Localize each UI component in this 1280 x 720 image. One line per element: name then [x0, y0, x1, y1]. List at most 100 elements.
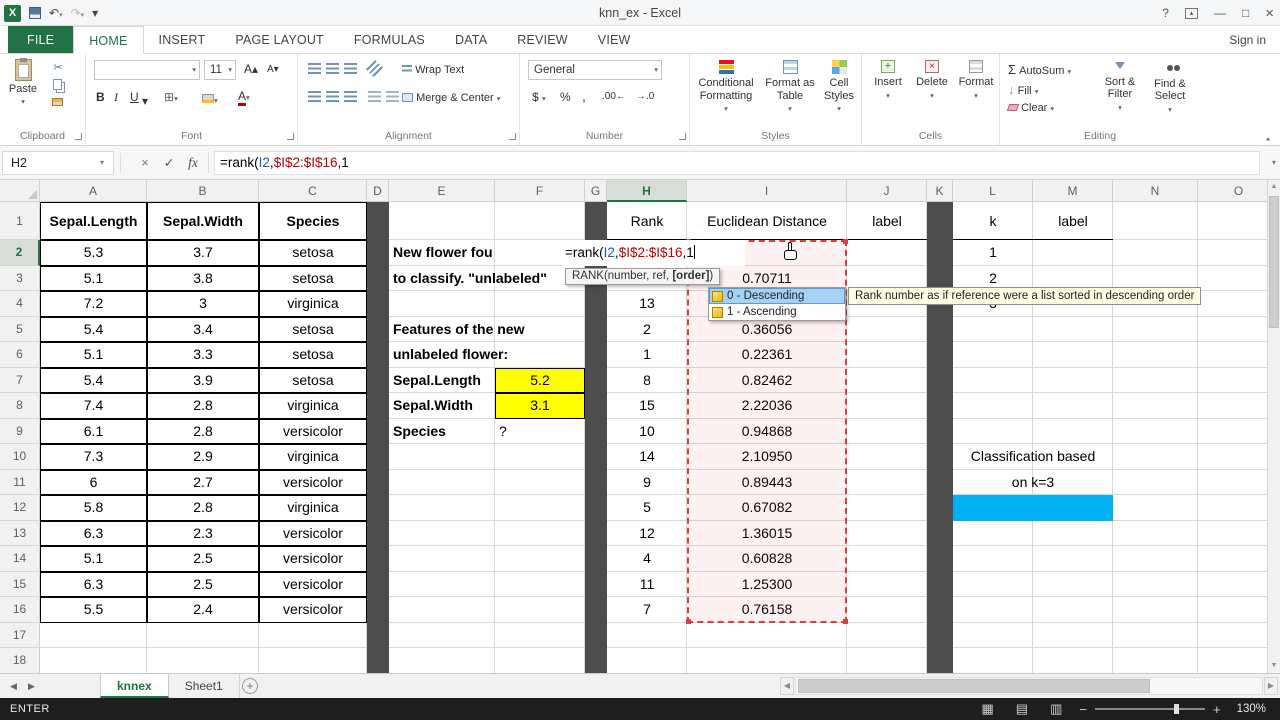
- cell-A5[interactable]: 5.4: [40, 316, 147, 342]
- zoom-slider[interactable]: [1094, 704, 1205, 714]
- row-header-13[interactable]: 13: [0, 520, 40, 546]
- select-all-corner[interactable]: [0, 180, 40, 202]
- row-header-17[interactable]: 17: [0, 622, 40, 648]
- page-layout-view-icon[interactable]: ▤: [1016, 701, 1028, 717]
- cell-L11[interactable]: on k=3: [953, 470, 1113, 496]
- cell-C13[interactable]: versicolor: [259, 520, 367, 546]
- row-header-12[interactable]: 12: [0, 495, 40, 521]
- underline-dropdown-icon[interactable]: ▾: [142, 94, 148, 108]
- cell-E7[interactable]: Sepal.Length: [389, 368, 495, 394]
- collapse-ribbon-icon[interactable]: ▲: [1264, 135, 1272, 141]
- cell-L12[interactable]: [953, 495, 1113, 521]
- col-header-B[interactable]: B: [147, 180, 259, 202]
- col-header-N[interactable]: N: [1113, 180, 1198, 202]
- cell-H16[interactable]: 7: [607, 597, 687, 623]
- shrink-font-button[interactable]: A▾: [267, 64, 279, 75]
- cell-H5[interactable]: 2: [607, 317, 687, 343]
- ribbon-tab-insert[interactable]: INSERT: [144, 26, 221, 53]
- font-name-select[interactable]: ▾: [94, 60, 200, 80]
- font-dialog-launcher[interactable]: [287, 133, 294, 140]
- cell-C9[interactable]: versicolor: [259, 418, 367, 444]
- number-dialog-launcher[interactable]: [679, 133, 686, 140]
- cell-H1[interactable]: Rank: [607, 202, 687, 240]
- formula-input[interactable]: =rank(I2,$I$2:$I$16,1: [214, 151, 1260, 175]
- cell-A11[interactable]: 6: [40, 469, 147, 495]
- alignment-dialog-launcher[interactable]: [509, 133, 516, 140]
- cell-M1[interactable]: label: [1033, 202, 1113, 240]
- sheet-nav-left-icon[interactable]: ◀: [10, 674, 17, 698]
- cut-button[interactable]: ✂: [50, 61, 66, 75]
- merge-center-button[interactable]: Merge & Center ▾: [402, 92, 501, 104]
- row-header-8[interactable]: 8: [0, 393, 40, 419]
- spreadsheet-grid[interactable]: ABCDEFGHIJKLMNO 1 2 3 4 5 6 7 8 9 10 11 12 13 14 15 16 1…: [0, 180, 1280, 673]
- format-as-table-button[interactable]: Format as Table ▾: [762, 58, 818, 122]
- name-box-dropdown-icon[interactable]: ▾: [100, 151, 104, 175]
- cell-B11[interactable]: 2.7: [147, 469, 259, 495]
- cell-C12[interactable]: virginica: [259, 495, 367, 521]
- col-header-A[interactable]: A: [40, 180, 147, 202]
- col-header-H[interactable]: H: [607, 180, 687, 202]
- cell-E8[interactable]: Sepal.Width: [389, 393, 495, 419]
- normal-view-icon[interactable]: ▦: [982, 701, 994, 717]
- cell-B2[interactable]: 3.7: [147, 240, 259, 266]
- cell-H8[interactable]: 15: [607, 393, 687, 419]
- comma-format-icon[interactable]: ,: [582, 88, 586, 104]
- cell-B15[interactable]: 2.5: [147, 571, 259, 597]
- cell-edit-overlay[interactable]: =rank(I2,$I$2:$I$16,1: [563, 240, 745, 266]
- col-header-I[interactable]: I: [687, 180, 847, 202]
- format-painter-button[interactable]: [52, 98, 63, 106]
- zoom-slider-thumb[interactable]: [1174, 704, 1180, 714]
- fill-color-icon[interactable]: ▾: [202, 92, 218, 106]
- fill-button[interactable]: ↓ Fill ▾: [1008, 82, 1038, 97]
- enter-icon[interactable]: ✓: [158, 151, 180, 175]
- cell-C8[interactable]: virginica: [259, 393, 367, 419]
- cell-A1[interactable]: Sepal.Length: [40, 202, 147, 240]
- zoom-in-icon[interactable]: +: [1213, 702, 1221, 717]
- row-header-7[interactable]: 7: [0, 367, 40, 393]
- autocomplete-item[interactable]: 1 - Ascending: [709, 304, 845, 320]
- underline-button[interactable]: U: [130, 90, 139, 104]
- cell-A16[interactable]: 5.5: [40, 597, 147, 623]
- vertical-scroll-thumb[interactable]: [1269, 196, 1279, 328]
- name-box[interactable]: H2: [2, 151, 114, 175]
- grow-font-button[interactable]: A▴: [244, 62, 258, 76]
- cancel-icon[interactable]: ×: [134, 151, 156, 175]
- row-header-1[interactable]: 1: [0, 202, 40, 240]
- autosum-button[interactable]: Σ AutoSum ▾: [1008, 62, 1071, 77]
- autocomplete-item[interactable]: 0 - Descending: [709, 288, 845, 304]
- align-top-icon[interactable]: [308, 63, 321, 74]
- cell-C3[interactable]: setosa: [259, 265, 367, 291]
- borders-icon[interactable]: ⊞▾: [164, 90, 178, 104]
- cell-B9[interactable]: 2.8: [147, 418, 259, 444]
- format-cells-button[interactable]: Format ▾: [956, 58, 996, 122]
- cell-F9[interactable]: ?: [495, 419, 585, 445]
- cell-C16[interactable]: versicolor: [259, 597, 367, 623]
- cell-B1[interactable]: Sepal.Width: [147, 202, 259, 240]
- col-header-E[interactable]: E: [389, 180, 495, 202]
- font-color-icon[interactable]: A▾: [238, 89, 250, 106]
- col-header-K[interactable]: K: [927, 180, 953, 202]
- cell-A2[interactable]: 5.3: [40, 240, 147, 266]
- number-format-select[interactable]: General ▾: [528, 60, 662, 80]
- col-header-M[interactable]: M: [1033, 180, 1113, 202]
- sign-in-link[interactable]: Sign in: [1229, 26, 1266, 54]
- cell-C14[interactable]: versicolor: [259, 546, 367, 572]
- increase-indent-icon[interactable]: [386, 91, 399, 102]
- align-right-icon[interactable]: [344, 91, 357, 102]
- help-icon[interactable]: ?: [1162, 6, 1169, 20]
- cell-C10[interactable]: virginica: [259, 444, 367, 470]
- cell-A7[interactable]: 5.4: [40, 367, 147, 393]
- ribbon-tab-review[interactable]: REVIEW: [502, 26, 583, 53]
- cell-J1[interactable]: label: [847, 202, 927, 240]
- col-header-L[interactable]: L: [953, 180, 1033, 202]
- row-header-10[interactable]: 10: [0, 444, 40, 470]
- cell-A14[interactable]: 5.1: [40, 546, 147, 572]
- cell-styles-button[interactable]: Cell Styles ▾: [818, 58, 860, 122]
- currency-format-icon[interactable]: $ ▾: [532, 90, 546, 104]
- row-header-4[interactable]: 4: [0, 291, 40, 317]
- cell-H12[interactable]: 5: [607, 495, 687, 521]
- clear-button[interactable]: Clear ▾: [1006, 102, 1054, 114]
- col-header-G[interactable]: G: [585, 180, 607, 202]
- cell-C5[interactable]: setosa: [259, 316, 367, 342]
- scroll-up-icon[interactable]: ▲: [1268, 180, 1280, 194]
